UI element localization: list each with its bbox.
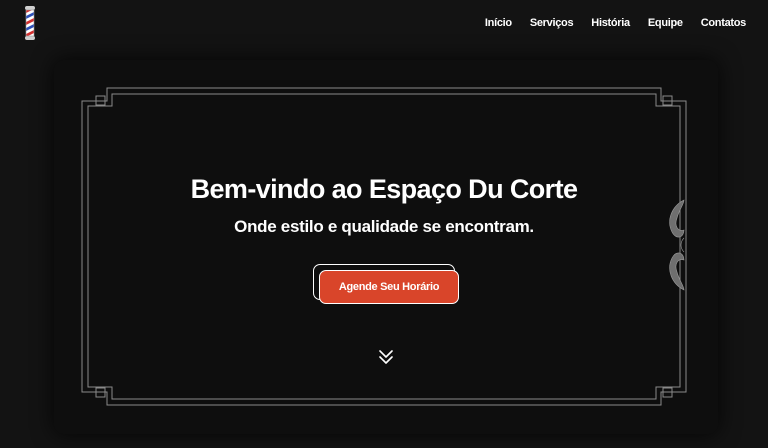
nav-link-historia[interactable]: História [591, 17, 630, 29]
nav-link-equipe[interactable]: Equipe [648, 17, 683, 29]
hero-panel [54, 60, 718, 434]
page: Início Serviços História Equipe Contatos… [0, 0, 768, 448]
barber-pole-icon[interactable] [22, 6, 38, 40]
book-appointment-button[interactable]: Agende Seu Horário [319, 270, 459, 304]
nav-link-inicio[interactable]: Início [485, 17, 512, 29]
hero-title: Bem-vindo ao Espaço Du Corte [190, 174, 578, 204]
hero-subtitle: Onde estilo e qualidade se encontram. [234, 217, 534, 236]
double-chevron-down-icon[interactable] [377, 348, 395, 366]
navbar: Início Serviços História Equipe Contatos [0, 0, 768, 50]
nav-link-servicos[interactable]: Serviços [530, 17, 574, 29]
nav-links: Início Serviços História Equipe Contatos [485, 17, 746, 29]
nav-link-contatos[interactable]: Contatos [701, 17, 747, 29]
cta-group: Agende Seu Horário [313, 264, 461, 306]
